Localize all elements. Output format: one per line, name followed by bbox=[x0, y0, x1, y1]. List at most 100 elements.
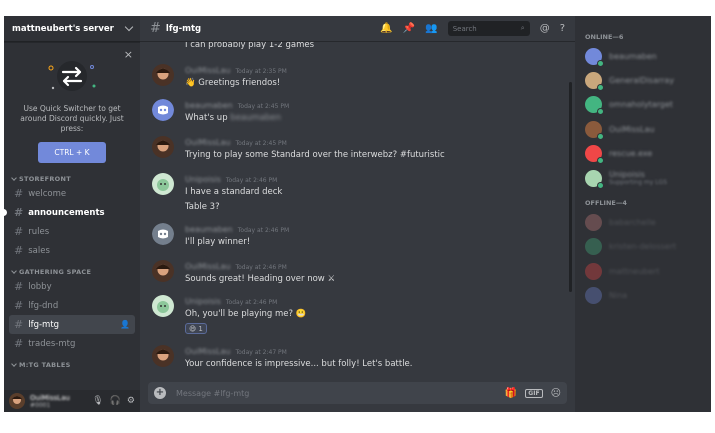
avatar[interactable] bbox=[585, 72, 604, 92]
user-info: OuiMissLau #0001 bbox=[30, 394, 70, 409]
member-item[interactable]: omnaholytarget bbox=[575, 93, 711, 117]
avatar[interactable] bbox=[152, 345, 174, 367]
author-name[interactable]: OuiMissLau bbox=[185, 138, 230, 147]
message-header: beaumaben Today at 2:45 PM bbox=[185, 101, 289, 110]
member-info: omnaholytarget bbox=[609, 100, 673, 109]
message-text: 👋 Greetings friendos! bbox=[185, 78, 280, 88]
avatar[interactable] bbox=[585, 47, 604, 67]
channel-sales[interactable]: # sales bbox=[9, 241, 135, 260]
status-indicator bbox=[597, 59, 604, 67]
avatar[interactable] bbox=[152, 295, 174, 317]
author-name[interactable]: OuiMissLau bbox=[185, 262, 230, 271]
user-panel: OuiMissLau #0001 🎙 🎧 ⚙ bbox=[4, 390, 140, 412]
avatar[interactable] bbox=[152, 173, 174, 195]
discriminator: #0001 bbox=[30, 401, 51, 409]
avatar[interactable] bbox=[9, 393, 25, 409]
author-name[interactable]: beaumaben bbox=[185, 225, 233, 234]
avatar[interactable] bbox=[585, 169, 604, 189]
reaction-count: 1 bbox=[198, 324, 203, 333]
avatar[interactable] bbox=[152, 99, 174, 121]
close-icon[interactable]: × bbox=[124, 48, 133, 61]
member-name: Unipoisis bbox=[609, 170, 645, 180]
channel-lfg-dnd[interactable]: # lfg-dnd bbox=[9, 296, 135, 315]
message-body: Oh, you'll be playing me? bbox=[185, 309, 294, 319]
author-name[interactable]: OuiMissLau bbox=[185, 347, 230, 356]
hash-icon: # bbox=[14, 244, 24, 257]
timestamp: Today at 2:47 PM bbox=[235, 349, 287, 356]
avatar[interactable] bbox=[585, 96, 604, 116]
reaction-button[interactable]: 😄 1 bbox=[185, 323, 207, 334]
channel-welcome[interactable]: # welcome bbox=[9, 184, 135, 203]
scrollbar[interactable] bbox=[569, 82, 572, 292]
avatar[interactable] bbox=[585, 214, 602, 232]
offline-header: OFFLINE—4 bbox=[585, 199, 627, 208]
search-input[interactable]: Search ⌕ bbox=[447, 21, 530, 36]
channel-announcements[interactable]: # announcements bbox=[4, 203, 135, 222]
hash-icon: # bbox=[150, 21, 161, 36]
timestamp: Today at 2:45 PM bbox=[237, 103, 290, 110]
server-header[interactable]: mattneubert's server bbox=[4, 16, 140, 42]
offline-members: babarchelle kristen-delossert mattneubert N… bbox=[575, 210, 711, 308]
members-icon[interactable]: 👥 bbox=[425, 23, 437, 34]
status-indicator bbox=[597, 157, 604, 165]
message-body: Sounds great! Heading over now bbox=[185, 274, 325, 284]
message-text: Sounds great! Heading over now ⚔ bbox=[185, 274, 335, 284]
channel-rules[interactable]: # rules bbox=[9, 222, 135, 241]
avatar[interactable] bbox=[585, 238, 602, 256]
attach-plus-icon[interactable]: + bbox=[154, 387, 166, 399]
avatar[interactable] bbox=[152, 260, 174, 282]
member-info: babarchelle bbox=[609, 218, 656, 227]
member-item[interactable]: rescue.exe bbox=[575, 142, 711, 166]
avatar[interactable] bbox=[152, 223, 174, 245]
member-item[interactable]: Nina bbox=[575, 284, 711, 308]
channel-trades-mtg[interactable]: # trades-mtg bbox=[9, 334, 135, 353]
gear-icon[interactable]: ⚙ bbox=[127, 396, 135, 406]
pin-icon[interactable]: 📌 bbox=[403, 23, 415, 34]
avatar[interactable] bbox=[585, 262, 602, 280]
grimace-emoji-icon: 😬 bbox=[295, 309, 307, 319]
bell-icon[interactable]: 🔔 bbox=[380, 23, 392, 34]
avatar[interactable] bbox=[585, 145, 604, 165]
category-storefront[interactable]: STOREFRONT bbox=[4, 173, 140, 184]
avatar[interactable] bbox=[152, 136, 174, 158]
crossed-swords-icon: ⚔ bbox=[327, 274, 336, 284]
member-item[interactable]: beaumaben bbox=[575, 44, 711, 68]
gif-button[interactable]: GIF bbox=[525, 388, 543, 398]
member-name: Nina bbox=[609, 291, 628, 301]
channel-lobby[interactable]: # lobby bbox=[9, 277, 135, 296]
member-item[interactable]: OuiMissLau bbox=[575, 117, 711, 141]
member-info: Nina bbox=[609, 291, 627, 300]
author-name[interactable]: OuiMissLau bbox=[185, 66, 230, 75]
category-gathering-space[interactable]: GATHERING SPACE bbox=[4, 266, 140, 277]
author-name[interactable]: Unipoisis bbox=[185, 297, 221, 306]
headphones-icon[interactable]: 🎧 bbox=[110, 396, 121, 406]
help-icon[interactable]: ? bbox=[560, 23, 565, 34]
author-name[interactable]: beaumaben bbox=[185, 101, 233, 110]
gift-icon[interactable]: 🎁 bbox=[505, 388, 517, 399]
mention-icon[interactable]: @ bbox=[540, 23, 550, 34]
status-indicator bbox=[597, 84, 604, 92]
quick-switcher-button[interactable]: CTRL + K bbox=[38, 142, 106, 163]
avatar[interactable] bbox=[585, 120, 604, 140]
channel-label: sales bbox=[28, 245, 50, 256]
member-item[interactable]: Unipoisis Supporting my LGS bbox=[575, 166, 711, 190]
message-text: I have a standard deck bbox=[185, 187, 283, 197]
message-composer[interactable]: + Message #lfg-mtg 🎁 GIF ☹ bbox=[148, 382, 567, 404]
invite-user-icon[interactable]: 👤 bbox=[120, 320, 130, 329]
timestamp: Today at 2:46 PM bbox=[225, 299, 278, 306]
microphone-icon[interactable]: 🎙 bbox=[92, 396, 103, 406]
avatar[interactable] bbox=[585, 287, 602, 305]
author-name[interactable]: Unipoisis bbox=[185, 175, 221, 184]
caret-down-icon bbox=[11, 360, 17, 367]
caret-down-icon bbox=[11, 267, 17, 274]
member-item[interactable]: mattneubert bbox=[575, 259, 711, 283]
member-item[interactable]: kristen-delossert bbox=[575, 235, 711, 259]
member-item[interactable]: babarchelle bbox=[575, 210, 711, 234]
emoji-picker-icon[interactable]: ☹ bbox=[551, 388, 561, 399]
member-item[interactable]: GeneralDisarray bbox=[575, 68, 711, 92]
category-label: M:TG TABLES bbox=[19, 360, 71, 369]
channel-lfg-mtg[interactable]: # lfg-mtg 👤 bbox=[9, 315, 135, 334]
avatar[interactable] bbox=[152, 64, 174, 86]
chevron-down-icon[interactable] bbox=[124, 22, 134, 32]
category-mtg-tables[interactable]: M:TG TABLES bbox=[4, 359, 140, 370]
